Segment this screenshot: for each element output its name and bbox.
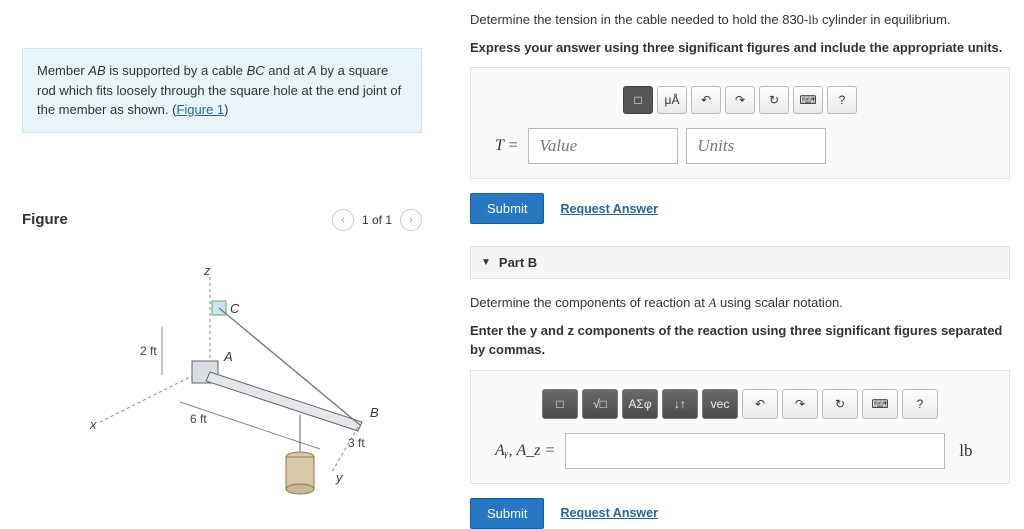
partB-instruction: Enter the y and z components of the reac… [470, 321, 1010, 360]
units-button[interactable]: μÅ [657, 86, 687, 114]
caret-down-icon: ▼ [481, 257, 491, 268]
figure-pager: ‹ 1 of 1 › [332, 209, 422, 231]
svg-text:y: y [335, 470, 344, 485]
partA-answer-box: □ μÅ ↶ ↷ ↻ ⌨ ? T = [470, 67, 1010, 179]
svg-text:3 ft: 3 ft [348, 436, 365, 450]
tension-units-input[interactable] [686, 128, 826, 164]
reaction-units: lb [959, 441, 972, 461]
intro-text: Member [37, 63, 88, 78]
reaction-label: Aᵧ, A_z = [495, 442, 555, 460]
pager-count: 1 of 1 [362, 213, 392, 227]
svg-text:B: B [370, 405, 379, 420]
reaction-input[interactable] [565, 433, 945, 469]
pager-prev[interactable]: ‹ [332, 209, 354, 231]
partA-request-answer[interactable]: Request Answer [560, 202, 657, 216]
var-ab: AB [88, 63, 105, 78]
greek-button[interactable]: ΑΣφ [622, 389, 658, 419]
var-a: A [308, 63, 317, 78]
undo-icon[interactable]: ↶ [691, 86, 721, 114]
figure-diagram: z C x 2 ft A 6 ft B 3 ft y [62, 257, 382, 517]
redo-icon[interactable]: ↷ [725, 86, 755, 114]
svg-text:6 ft: 6 ft [190, 412, 207, 426]
sqrt-icon[interactable]: √□ [582, 389, 618, 419]
template-icon[interactable]: □ [623, 86, 653, 114]
vec-button[interactable]: vec [702, 389, 738, 419]
tension-value-input[interactable] [528, 128, 678, 164]
partB-question: Determine the components of reaction at … [470, 293, 1010, 313]
keyboard-icon[interactable]: ⌨ [793, 86, 823, 114]
reset-icon[interactable]: ↻ [822, 389, 858, 419]
help-icon[interactable]: ? [902, 389, 938, 419]
redo-icon[interactable]: ↷ [782, 389, 818, 419]
template-icon[interactable]: □ [542, 389, 578, 419]
problem-intro: Member AB is supported by a cable BC and… [22, 48, 422, 133]
svg-text:C: C [230, 301, 240, 316]
keyboard-icon[interactable]: ⌨ [862, 389, 898, 419]
partB-submit-button[interactable]: Submit [470, 498, 544, 529]
figure-title: Figure [22, 211, 68, 228]
pager-next[interactable]: › [400, 209, 422, 231]
svg-text:z: z [203, 263, 211, 278]
svg-text:x: x [89, 417, 97, 432]
partA-instruction: Express your answer using three signific… [470, 38, 1010, 58]
svg-text:2 ft: 2 ft [140, 344, 157, 358]
partA-submit-button[interactable]: Submit [470, 193, 544, 224]
undo-icon[interactable]: ↶ [742, 389, 778, 419]
figure-link[interactable]: Figure 1 [176, 102, 224, 117]
svg-text:A: A [223, 349, 233, 364]
help-icon[interactable]: ? [827, 86, 857, 114]
tension-label: T = [495, 137, 518, 155]
partB-request-answer[interactable]: Request Answer [560, 506, 657, 520]
partB-header[interactable]: ▼ Part B [470, 246, 1010, 279]
partB-answer-box: □ √□ ΑΣφ ↓↑ vec ↶ ↷ ↻ ⌨ ? Aᵧ, A_z = lb [470, 370, 1010, 484]
reset-icon[interactable]: ↻ [759, 86, 789, 114]
partA-question: Determine the tension in the cable neede… [470, 10, 1010, 30]
arrows-icon[interactable]: ↓↑ [662, 389, 698, 419]
var-bc: BC [247, 63, 265, 78]
